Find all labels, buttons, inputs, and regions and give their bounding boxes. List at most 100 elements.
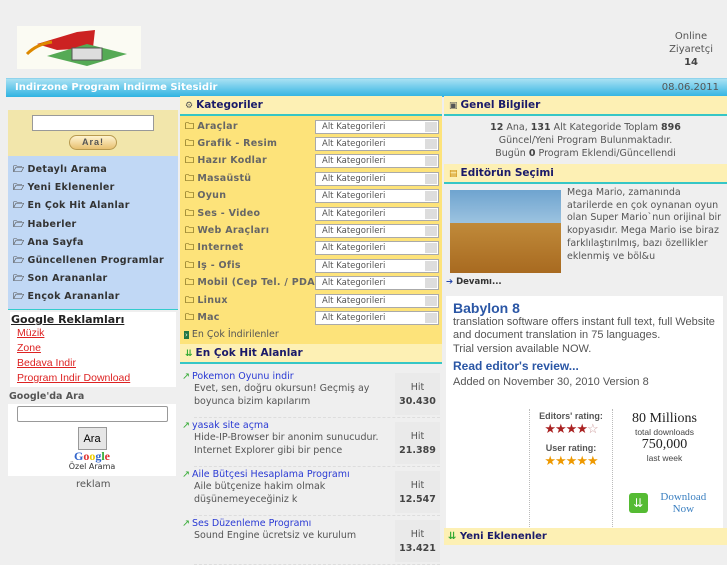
most-downloaded-link[interactable]: › En Çok İndirilenler bbox=[180, 327, 442, 343]
arrow-up-right-icon: ↗ bbox=[182, 469, 190, 480]
ad-link[interactable]: Bedava Indir bbox=[17, 356, 176, 371]
reklam-label: reklam bbox=[76, 479, 111, 490]
top-hits-header: ⇊ En Çok Hit Alanlar bbox=[180, 344, 442, 364]
folder-open-icon: 🗁 bbox=[13, 292, 25, 303]
subcategory-select[interactable]: Alt Kategorileri bbox=[315, 224, 439, 239]
ad-review-link[interactable]: Read editor's review... bbox=[453, 359, 716, 373]
search-button[interactable]: Ara! bbox=[69, 135, 117, 150]
subcategory-select[interactable]: Alt Kategorileri bbox=[315, 137, 439, 152]
double-chevron-down-icon: ⇊ bbox=[448, 531, 457, 542]
folder-icon: 🗀 bbox=[185, 278, 195, 289]
search-input[interactable] bbox=[32, 115, 154, 131]
folder-open-icon: 🗁 bbox=[13, 237, 25, 248]
category-link[interactable]: 🗀 Mobil (Cep Tel. / PDA) bbox=[185, 275, 319, 291]
category-row: 🗀 Masaüstü Alt Kategorileri bbox=[180, 170, 442, 187]
sidebar-item-ana-sayfa[interactable]: 🗁 Ana Sayfa bbox=[8, 234, 178, 252]
sidebar-item-son-arananlar[interactable]: 🗁 Son Arananlar bbox=[8, 270, 178, 288]
ad-link[interactable]: Zone bbox=[17, 341, 176, 356]
google-ads: Google Reklamları Müzik Zone Bedava Indi… bbox=[10, 312, 176, 387]
folder-icon: 🗀 bbox=[185, 243, 195, 254]
hit-item: ↗ yasak site açma Hide-IP-Browser bir anon… bbox=[182, 418, 440, 467]
category-link[interactable]: 🗀 Linux bbox=[185, 293, 315, 309]
category-row: 🗀 Grafik - Resim Alt Kategorileri bbox=[180, 135, 442, 152]
sidebar-item-haberler[interactable]: 🗁 Haberler bbox=[8, 216, 178, 234]
general-info-header: ▣ Genel Bilgiler bbox=[444, 96, 727, 116]
category-row: 🗀 Internet Alt Kategorileri bbox=[180, 240, 442, 257]
google-search: Ara Google Özel Arama bbox=[8, 404, 176, 476]
sidebar-item-yeni-eklenenler[interactable]: 🗁 Yeni Eklenenler bbox=[8, 179, 178, 197]
site-search: Ara! bbox=[8, 110, 178, 156]
category-row: 🗀 Hazır Kodlar Alt Kategorileri bbox=[180, 153, 442, 170]
folder-icon: 🗀 bbox=[185, 226, 195, 237]
ad-title[interactable]: Babylon 8 bbox=[453, 300, 716, 316]
ad-link[interactable]: Program Indir Download bbox=[17, 371, 176, 386]
category-link[interactable]: 🗀 Araçlar bbox=[185, 119, 315, 135]
babylon-ad[interactable]: Babylon 8 translation software offers in… bbox=[446, 296, 723, 530]
sidebar-item-guncellenen[interactable]: 🗁 Güncellenen Programlar bbox=[8, 252, 178, 270]
subcategory-select[interactable]: Alt Kategorileri bbox=[315, 171, 439, 186]
subcategory-select[interactable]: Alt Kategorileri bbox=[315, 293, 439, 308]
star-icon: ☆ bbox=[586, 421, 599, 436]
editor-pick-text: Mega Mario, zamanında atarilerde en çok … bbox=[567, 187, 722, 262]
sidebar-item-encok-arananlar[interactable]: 🗁 Ençok Arananlar bbox=[8, 288, 178, 306]
site-title-bar: Indirzone Program Indirme Sitesidir 08.06… bbox=[6, 78, 727, 97]
google-ads-title[interactable]: Google Reklamları bbox=[11, 313, 176, 326]
star-icon: ★ bbox=[576, 421, 588, 436]
download-icon: ⇊ bbox=[629, 493, 648, 513]
subcategory-select[interactable]: Alt Kategorileri bbox=[315, 154, 439, 169]
download-stats: 80 Millions total downloads 750,000 last… bbox=[612, 409, 716, 529]
category-row: 🗀 Linux Alt Kategorileri bbox=[180, 292, 442, 309]
google-search-label: Google'da Ara bbox=[9, 391, 85, 402]
subcategory-select[interactable]: Alt Kategorileri bbox=[315, 241, 439, 256]
folder-open-icon: 🗁 bbox=[13, 165, 25, 175]
category-link[interactable]: 🗀 Grafik - Resim bbox=[185, 136, 315, 152]
category-link[interactable]: 🗀 Ses - Video bbox=[185, 206, 315, 222]
subcategory-select[interactable]: Alt Kategorileri bbox=[315, 258, 439, 273]
top-hits-panel: ⇊ En Çok Hit Alanlar ↗ Pokemon Oyunu indir… bbox=[180, 344, 442, 565]
category-link[interactable]: 🗀 Iş - Ofis bbox=[185, 258, 315, 274]
folder-icon: 🗀 bbox=[185, 156, 195, 167]
arrow-right-icon: › bbox=[184, 330, 189, 339]
category-link[interactable]: 🗀 Internet bbox=[185, 240, 315, 256]
folder-icon: 🗀 bbox=[185, 173, 195, 184]
read-more-link[interactable]: ➔ Devamı... bbox=[446, 277, 502, 287]
subcategory-select[interactable]: Alt Kategorileri bbox=[315, 310, 439, 325]
ad-link[interactable]: Müzik bbox=[17, 326, 176, 341]
category-row: 🗀 Mobil (Cep Tel. / PDA) Alt Kategorileri bbox=[180, 275, 442, 292]
folder-icon: 🗀 bbox=[185, 208, 195, 219]
gear-icon: ⚙ bbox=[185, 101, 194, 111]
google-search-button[interactable]: Ara bbox=[77, 427, 107, 450]
editors-rating-stars: ★★★★☆ bbox=[530, 421, 612, 437]
sidebar-item-en-cok-hit[interactable]: 🗁 En Çok Hit Alanlar bbox=[8, 197, 178, 215]
category-link[interactable]: 🗀 Mac bbox=[185, 310, 315, 326]
folder-open-icon: 🗁 bbox=[13, 219, 25, 230]
site-logo[interactable] bbox=[17, 26, 141, 69]
date: 08.06.2011 bbox=[661, 82, 719, 93]
editor-icon: ▤ bbox=[449, 169, 458, 179]
hit-item: ↗ Pokemon Oyunu indir Evet, sen, doğru oku… bbox=[182, 369, 440, 418]
sidebar-item-detayli-arama[interactable]: 🗁 Detaylı Arama bbox=[8, 161, 178, 179]
editor-pick-header: ▤ Editörün Seçimi bbox=[444, 164, 727, 184]
hit-item-desc: Hide-IP-Browser bir anonim sunucudur. In… bbox=[194, 432, 379, 456]
folder-icon: 🗀 bbox=[185, 121, 195, 132]
subcategory-select[interactable]: Alt Kategorileri bbox=[315, 189, 439, 204]
google-search-input[interactable] bbox=[16, 406, 168, 422]
arrow-up-right-icon: ↗ bbox=[182, 420, 190, 431]
category-link[interactable]: 🗀 Oyun bbox=[185, 188, 315, 204]
ad-added: Added on November 30, 2010 Version 8 bbox=[453, 376, 649, 389]
mega-mario-screenshot[interactable] bbox=[450, 190, 561, 273]
category-row: 🗀 Oyun Alt Kategorileri bbox=[180, 188, 442, 205]
category-row: 🗀 Iş - Ofis Alt Kategorileri bbox=[180, 257, 442, 274]
subcategory-select[interactable]: Alt Kategorileri bbox=[315, 119, 439, 134]
subcategory-select[interactable]: Alt Kategorileri bbox=[315, 276, 439, 291]
subcategory-select[interactable]: Alt Kategorileri bbox=[315, 206, 439, 221]
category-link[interactable]: 🗀 Masaüstü bbox=[185, 171, 315, 187]
download-now-button[interactable]: ⇊ Download Now bbox=[629, 491, 716, 515]
info-box-icon: ▣ bbox=[449, 101, 458, 111]
category-link[interactable]: 🗀 Web Araçları bbox=[185, 223, 315, 239]
category-row: 🗀 Web Araçları Alt Kategorileri bbox=[180, 222, 442, 239]
folder-open-icon: 🗁 bbox=[13, 201, 25, 212]
sidebar-menu: 🗁 Detaylı Arama 🗁 Yeni Eklenenler 🗁 En Çok … bbox=[8, 156, 178, 310]
category-link[interactable]: 🗀 Hazır Kodlar bbox=[185, 153, 315, 169]
arrow-up-right-icon: ↗ bbox=[182, 371, 190, 382]
